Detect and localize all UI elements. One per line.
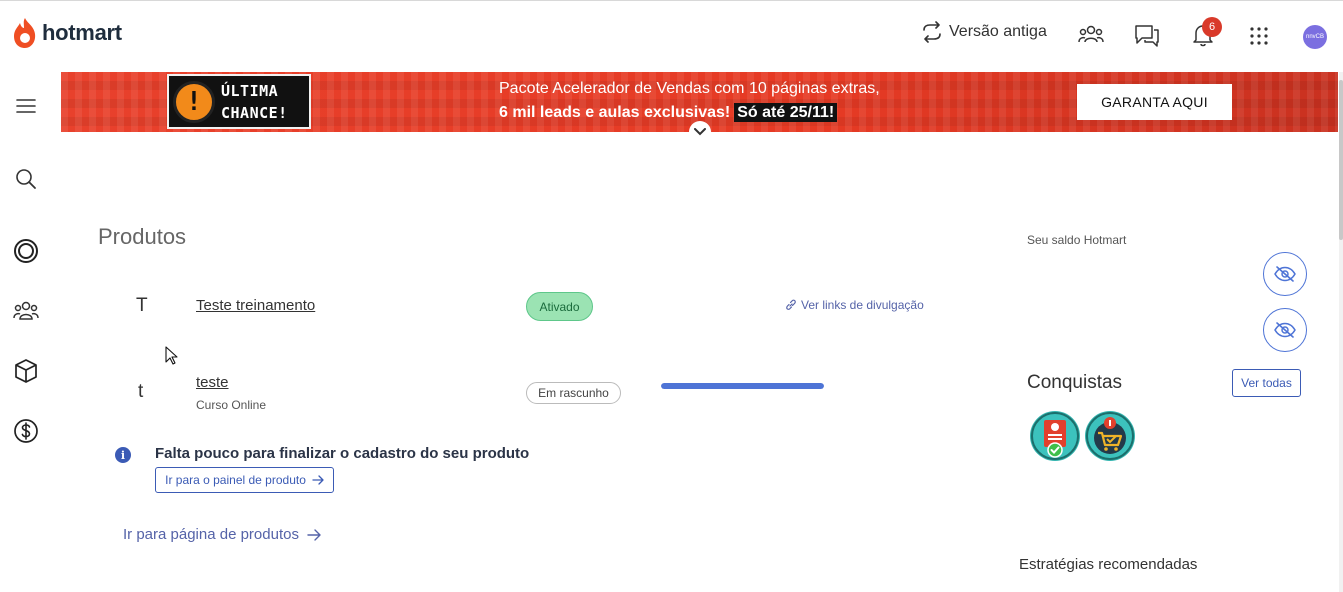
- achievement-medal-profile-icon[interactable]: [1030, 411, 1080, 461]
- sidebar-item-clients[interactable]: [12, 297, 40, 325]
- recommended-strategies-title: Estratégias recomendadas: [1019, 556, 1198, 573]
- share-links-link[interactable]: Ver links de divulgação: [785, 298, 924, 312]
- guarantee-button[interactable]: GARANTA AQUI: [1077, 84, 1232, 120]
- eye-off-icon: [1274, 322, 1296, 338]
- balance-label: Seu saldo Hotmart: [1027, 233, 1127, 247]
- product-name-link[interactable]: teste: [196, 374, 229, 391]
- page-title: Produtos: [98, 224, 187, 249]
- swap-icon: [923, 21, 941, 43]
- achievement-medal-sale-icon[interactable]: [1085, 411, 1135, 461]
- old-version-button[interactable]: Versão antiga: [921, 21, 1047, 43]
- status-badge-draft: Em rascunho: [526, 382, 621, 404]
- notification-count-badge: 6: [1202, 17, 1222, 37]
- last-chance-text: ÚLTIMA CHANCE!: [221, 80, 288, 124]
- chat-icon: [1135, 25, 1159, 47]
- community-button[interactable]: [1078, 23, 1104, 45]
- share-links-label: Ver links de divulgação: [801, 298, 924, 312]
- users-icon: [13, 301, 39, 320]
- exclamation-icon: !: [173, 80, 215, 123]
- hotmart-logo[interactable]: hotmart: [12, 17, 122, 49]
- eye-off-icon: [1274, 266, 1296, 282]
- last-chance-line2: CHANCE!: [221, 103, 288, 122]
- hamburger-icon: [16, 99, 36, 113]
- products-page-label: Ir para página de produtos: [123, 526, 299, 543]
- last-chance-line1: ÚLTIMA: [221, 81, 279, 100]
- user-avatar[interactable]: nnvCB: [1303, 25, 1327, 49]
- old-version-label: Versão antiga: [949, 23, 1047, 40]
- product-thumbnail: T: [136, 295, 148, 316]
- product-progress-bar: [661, 383, 824, 389]
- last-chance-badge: ! ÚLTIMA CHANCE!: [167, 74, 311, 129]
- scrollbar-thumb[interactable]: [1339, 80, 1343, 240]
- product-name-link[interactable]: Teste treinamento: [196, 297, 315, 314]
- products-page-link[interactable]: Ir para página de produtos: [123, 526, 321, 543]
- sidebar-item-dashboard[interactable]: [12, 237, 40, 265]
- progress-fill: [661, 383, 824, 389]
- users-icon: [1078, 25, 1104, 43]
- top-header: hotmart Versão antiga 6 nnvCB: [0, 1, 1343, 71]
- banner-text-line2-main: 6 mil leads e aulas exclusivas!: [499, 104, 731, 121]
- sidebar-search-button[interactable]: [12, 165, 40, 193]
- target-icon: [14, 239, 38, 263]
- dollar-circle-icon: [14, 419, 38, 443]
- apps-menu-button[interactable]: [1249, 26, 1269, 46]
- chevron-down-icon: [694, 128, 706, 136]
- link-icon: [786, 299, 796, 310]
- sidebar-item-products[interactable]: [12, 357, 40, 385]
- product-type: Curso Online: [196, 398, 267, 412]
- achievements-title: Conquistas: [1027, 372, 1123, 393]
- search-icon: [16, 169, 36, 189]
- medal-profile-graphic: [1031, 412, 1079, 460]
- arrow-right-icon: [312, 475, 324, 485]
- box-icon: [15, 359, 37, 383]
- banner-collapse-button[interactable]: [689, 121, 711, 143]
- banner-deadline: Só até 25/11!: [734, 103, 838, 122]
- grid-icon: [1250, 27, 1268, 45]
- banner-text-line2: 6 mil leads e aulas exclusivas! Só até 25…: [499, 103, 838, 122]
- see-all-achievements-button[interactable]: Ver todas: [1232, 369, 1301, 397]
- messages-button[interactable]: [1134, 23, 1160, 47]
- arrow-right-icon: [307, 528, 321, 541]
- flame-icon: [14, 18, 36, 48]
- medal-sale-graphic: [1086, 412, 1134, 460]
- sidebar-item-finance[interactable]: [12, 417, 40, 445]
- info-icon: i: [115, 447, 131, 463]
- product-panel-label: Ir para o painel de produto: [165, 473, 306, 487]
- incomplete-notice-title: Falta pouco para finalizar o cadastro do…: [155, 445, 530, 462]
- mouse-cursor-icon: [165, 346, 178, 365]
- banner-text-line1: Pacote Acelerador de Vendas com 10 págin…: [499, 80, 880, 97]
- logo-text: hotmart: [42, 20, 122, 45]
- status-badge-active: Ativado: [526, 292, 593, 321]
- menu-toggle-button[interactable]: [12, 92, 40, 120]
- product-panel-button[interactable]: Ir para o painel de produto: [155, 467, 334, 493]
- product-thumbnail: t: [138, 381, 144, 402]
- toggle-balance-visibility-button[interactable]: [1263, 252, 1307, 296]
- toggle-visibility-button[interactable]: [1263, 308, 1307, 352]
